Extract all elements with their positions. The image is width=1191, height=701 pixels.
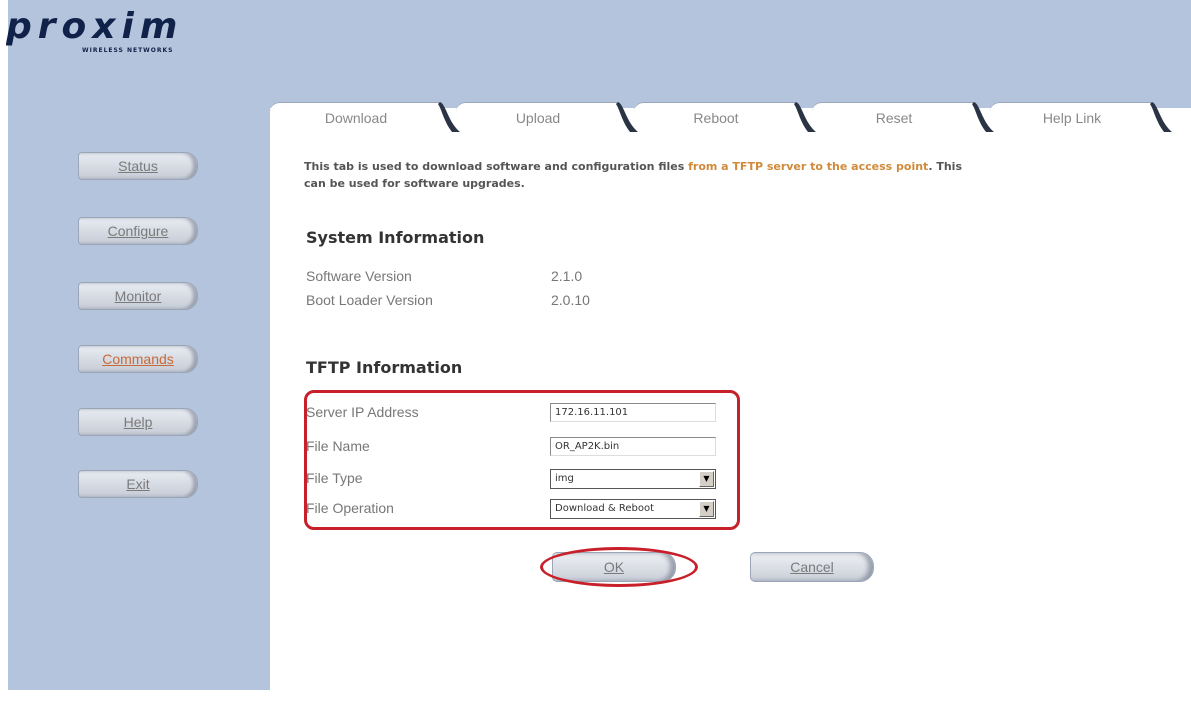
boot-loader-version-value: 2.0.10 — [551, 292, 590, 308]
tab-divider-icon — [616, 102, 638, 132]
cancel-button[interactable]: Cancel — [750, 552, 874, 582]
sidebar — [0, 108, 270, 701]
tab-help-link[interactable]: Help Link — [990, 102, 1154, 133]
server-ip-input[interactable]: 172.16.11.101 — [550, 403, 716, 422]
software-version-label: Software Version — [306, 268, 412, 284]
sidebar-button-help[interactable]: Help — [78, 408, 198, 436]
intro-part1: This tab is used to download software an… — [304, 160, 689, 173]
system-info-title: System Information — [306, 228, 485, 247]
tab-divider-icon — [438, 102, 460, 132]
file-type-select[interactable]: img ▼ — [550, 469, 716, 489]
sidebar-button-commands[interactable]: Commands — [78, 345, 198, 373]
tab-divider-icon — [794, 102, 816, 132]
tab-divider-icon — [972, 102, 994, 132]
file-type-value: img — [555, 473, 574, 484]
dropdown-arrow-icon[interactable]: ▼ — [699, 501, 714, 517]
svg-text:proxim: proxim — [6, 6, 183, 47]
tab-reset[interactable]: Reset — [812, 102, 976, 133]
software-version-value: 2.1.0 — [551, 268, 583, 284]
sidebar-button-monitor[interactable]: Monitor — [78, 282, 198, 310]
file-operation-value: Download & Reboot — [555, 503, 655, 514]
server-ip-label: Server IP Address — [306, 404, 419, 420]
sidebar-button-status[interactable]: Status — [78, 152, 198, 180]
tab-download[interactable]: Download — [270, 102, 442, 133]
logo-graphic: proxim WIRELESS NETWORKS — [6, 6, 183, 54]
sidebar-button-exit[interactable]: Exit — [78, 470, 198, 498]
tab-upload[interactable]: Upload — [456, 102, 620, 133]
tab-reboot[interactable]: Reboot — [634, 102, 798, 133]
tftp-info-title: TFTP Information — [306, 358, 463, 377]
left-edge — [0, 0, 8, 701]
boot-loader-version-label: Boot Loader Version — [306, 292, 433, 308]
tab-bar: Download Upload Reboot Reset Help Link — [270, 102, 1191, 133]
annotation-ok-circle — [540, 547, 698, 587]
proxim-logo: proxim WIRELESS NETWORKS — [6, 2, 226, 62]
file-operation-label: File Operation — [306, 500, 394, 516]
dropdown-arrow-icon[interactable]: ▼ — [699, 471, 714, 487]
bottom-edge — [0, 690, 270, 701]
sidebar-button-configure[interactable]: Configure — [78, 217, 198, 245]
file-type-label: File Type — [306, 470, 363, 486]
file-name-label: File Name — [306, 438, 370, 454]
file-name-input[interactable]: OR_AP2K.bin — [550, 437, 716, 456]
intro-highlight: from a TFTP server to the access point — [688, 160, 929, 173]
tab-divider-icon — [1150, 102, 1172, 132]
intro-text: This tab is used to download software an… — [304, 158, 984, 192]
file-operation-select[interactable]: Download & Reboot ▼ — [550, 499, 716, 519]
svg-text:WIRELESS NETWORKS: WIRELESS NETWORKS — [82, 47, 173, 54]
